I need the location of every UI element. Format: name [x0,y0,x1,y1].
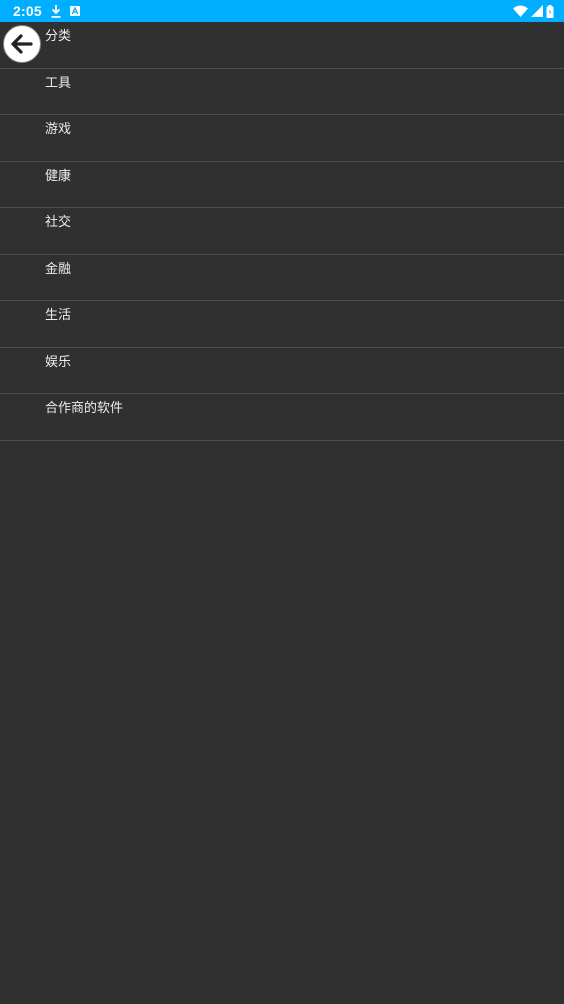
category-item-label: 娱乐 [45,354,72,370]
status-right [513,4,554,18]
category-list: 分类 工具 游戏 健康 社交 金融 生活 娱乐 合作商的软件 [0,22,564,441]
category-item-label: 游戏 [45,122,72,137]
signal-icon [531,5,543,17]
status-bar: 2:05 [0,0,564,22]
status-left: 2:05 [13,3,80,19]
category-item-tools[interactable]: 工具 [0,69,564,115]
category-item-label: 合作商的软件 [45,401,124,416]
category-item-label: 工具 [45,75,72,91]
download-icon [51,4,61,18]
arrow-left-icon [9,31,35,57]
category-item-entertainment[interactable]: 娱乐 [0,348,564,394]
a-badge-icon [69,6,80,16]
category-item-label: 金融 [45,261,72,277]
category-item-life[interactable]: 生活 [0,301,564,348]
category-item-games[interactable]: 游戏 [0,115,564,162]
category-item-finance[interactable]: 金融 [0,255,564,301]
status-time: 2:05 [13,3,42,19]
category-header-row: 分类 [0,22,564,69]
wifi-icon [513,5,528,17]
category-item-label: 社交 [45,215,72,230]
battery-icon [546,4,554,18]
category-item-label: 健康 [45,168,72,184]
category-item-partner-apps[interactable]: 合作商的软件 [0,394,564,441]
category-header-label: 分类 [45,29,72,44]
back-button[interactable] [3,25,41,63]
category-item-health[interactable]: 健康 [0,162,564,208]
category-item-label: 生活 [45,308,72,323]
category-item-social[interactable]: 社交 [0,208,564,255]
